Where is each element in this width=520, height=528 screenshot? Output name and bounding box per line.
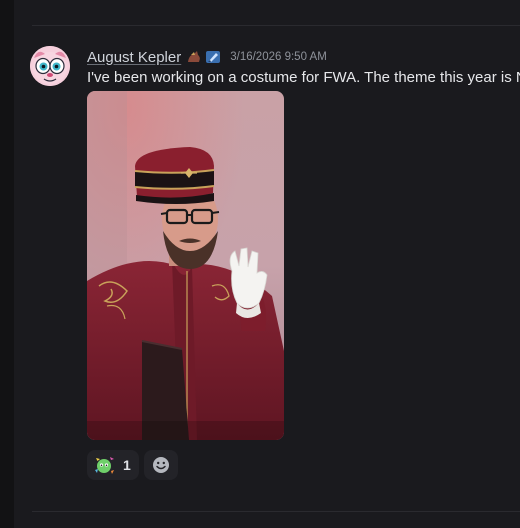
chat-message: August Kepler 3/16/2026 9:50 AM I've bee…: [14, 26, 520, 510]
paint-brush-badge-icon: [206, 51, 221, 63]
image-attachment[interactable]: [87, 91, 284, 440]
role-icons: [186, 50, 221, 64]
add-reaction-button[interactable]: [143, 450, 178, 480]
pink-creature-avatar-icon: [30, 46, 70, 86]
costume-photo: [87, 91, 284, 440]
reactions-bar: 1: [87, 450, 178, 480]
reaction-sparkle-creature[interactable]: 1: [87, 450, 139, 480]
message-header: August Kepler 3/16/2026 9:50 AM: [87, 46, 327, 68]
horse-badge-icon: [188, 51, 201, 62]
left-rail: [0, 0, 14, 528]
message-text: I've been working on a costume for FWA. …: [87, 69, 520, 86]
avatar[interactable]: [30, 46, 70, 86]
timestamp: 3/16/2026 9:50 AM: [230, 51, 327, 63]
sparkle-creature-emoji-icon: [95, 457, 114, 474]
username[interactable]: August Kepler: [87, 49, 181, 66]
reaction-count: 1: [123, 457, 131, 473]
chat-window: August Kepler 3/16/2026 9:50 AM I've bee…: [0, 0, 520, 528]
message-divider-bottom: [32, 511, 520, 512]
smiley-add-reaction-icon: [152, 457, 169, 473]
